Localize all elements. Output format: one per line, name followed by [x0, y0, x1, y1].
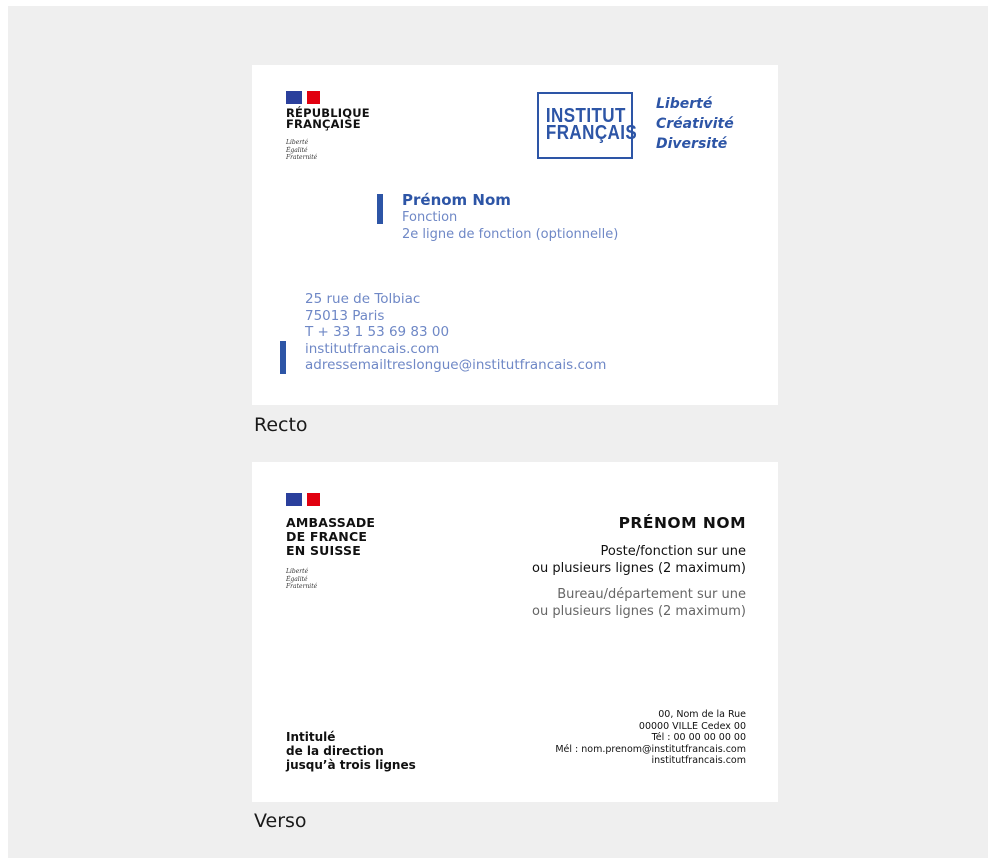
slogan: Liberté Créativité Diversité [656, 94, 734, 154]
phone: Tél : 00 00 00 00 00 [651, 732, 746, 743]
french-flag-icon [286, 91, 320, 104]
slogan-line: Liberté [656, 96, 713, 112]
website: institutfrancais.com [305, 340, 440, 357]
department-line: Bureau/département sur une [557, 587, 746, 602]
devise-line: Égalité [286, 146, 308, 154]
devise-line: Fraternité [286, 154, 318, 161]
job-title: Poste/fonction sur une ou plusieurs lign… [532, 543, 746, 577]
address-line: 75013 Paris [305, 307, 385, 324]
job-function: Fonction [402, 210, 458, 225]
department: Bureau/département sur une ou plusieurs … [532, 586, 746, 620]
direction-title: Intitulé de la direction jusqu’à trois l… [286, 730, 416, 772]
logo-line: FRANÇAIS [545, 122, 638, 144]
contact-address: 25 rue de Tolbiac 75013 Paris T + 33 1 5… [305, 291, 606, 374]
accent-bar [377, 194, 383, 224]
embassy-line: EN SUISSE [286, 543, 361, 558]
direction-line: de la direction [286, 744, 384, 758]
caption-recto: Recto [254, 414, 308, 436]
devise-line: Liberté [286, 139, 309, 146]
email: Mél : nom.prenom@institutfrancais.com [555, 743, 746, 755]
embassy-logo: AMBASSADE DE FRANCE EN SUISSE [286, 516, 375, 558]
accent-bar [280, 341, 286, 374]
devise: Liberté Égalité Fraternité [286, 139, 317, 162]
address-line: 25 rue de Tolbiac [305, 291, 421, 307]
job-title-line: ou plusieurs lignes (2 maximum) [532, 561, 746, 576]
republique-line: FRANÇAISE [286, 117, 361, 131]
devise-line: Liberté [286, 568, 309, 575]
contact-address: 00, Nom de la Rue 00000 VILLE Cedex 00 T… [555, 709, 746, 767]
job-title-line: Poste/fonction sur une [600, 544, 747, 559]
website: institutfrancais.com [651, 755, 746, 766]
address-line: 00, Nom de la Rue [658, 709, 746, 720]
slogan-line: Diversité [656, 136, 728, 152]
embassy-line: AMBASSADE [286, 515, 376, 530]
department-line: ou plusieurs lignes (2 maximum) [532, 604, 746, 619]
business-card-verso: AMBASSADE DE FRANCE EN SUISSE Liberté Ég… [252, 462, 778, 802]
devise: Liberté Égalité Fraternité [286, 568, 317, 591]
institut-francais-logo: INSTITUT FRANÇAIS [537, 92, 638, 159]
embassy-line: DE FRANCE [286, 529, 368, 544]
business-card-recto: RÉPUBLIQUE FRANÇAISE Liberté Égalité Fra… [252, 65, 778, 405]
person-name: Prénom Nom [402, 191, 511, 209]
direction-line: Intitulé [286, 730, 336, 744]
address-line: 00000 VILLE Cedex 00 [638, 720, 746, 732]
republique-francaise-logo: RÉPUBLIQUE FRANÇAISE [286, 107, 370, 131]
direction-line: jusqu’à trois lignes [286, 758, 416, 772]
job-function-2: 2e ligne de fonction (optionnelle) [402, 227, 619, 242]
phone: T + 33 1 53 69 83 00 [305, 324, 450, 340]
french-flag-icon [286, 493, 320, 506]
caption-verso: Verso [254, 810, 307, 832]
email: adressemailtreslongue@institutfrancais.c… [305, 357, 607, 373]
person-name: PRÉNOM NOM [618, 514, 746, 532]
slogan-line: Créativité [656, 116, 734, 132]
devise-line: Fraternité [286, 583, 318, 590]
devise-line: Égalité [286, 575, 308, 583]
